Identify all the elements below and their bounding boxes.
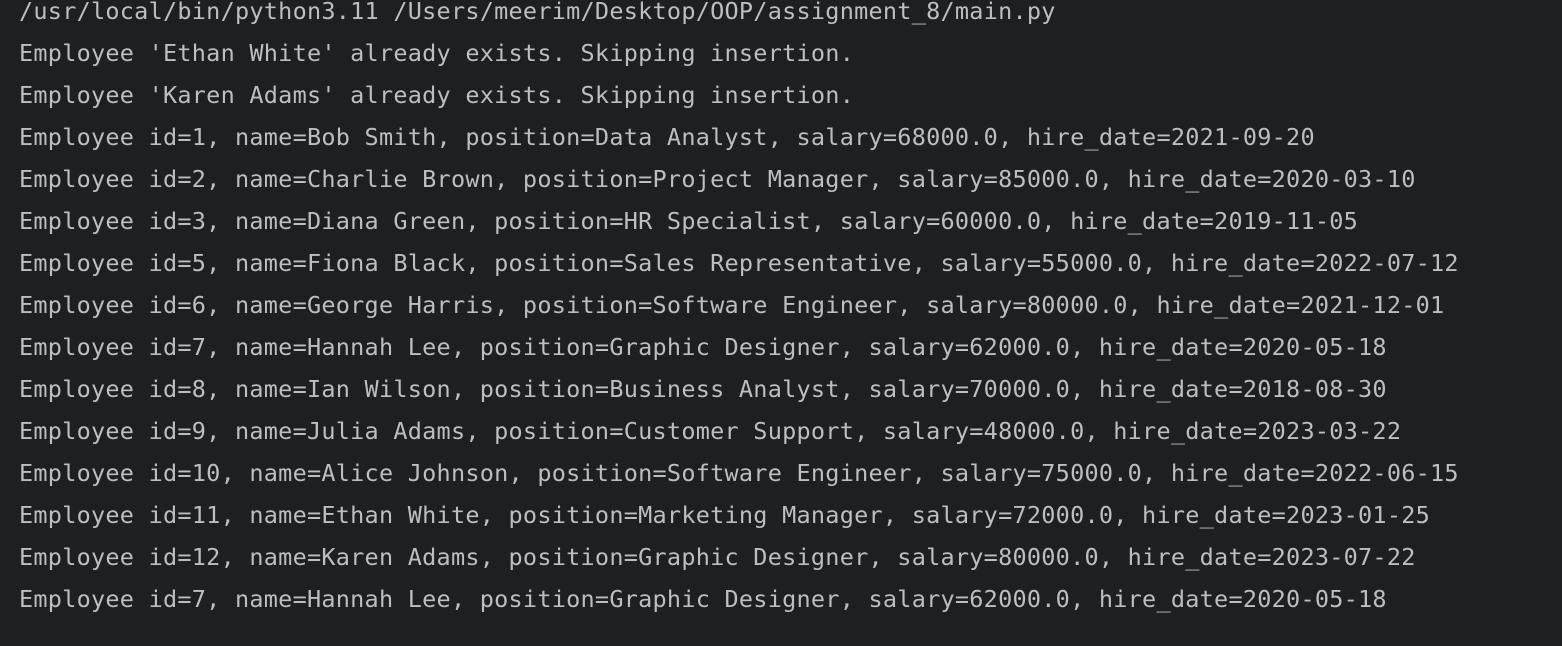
console-output-line: Employee 'Karen Adams' already exists. S…	[19, 81, 855, 109]
console-output-line: Employee id=1, name=Bob Smith, position=…	[19, 123, 1315, 151]
console-output-line: Employee id=2, name=Charlie Brown, posit…	[19, 165, 1416, 193]
console-output-line: Employee id=12, name=Karen Adams, positi…	[19, 543, 1416, 571]
console-output-line: Employee id=10, name=Alice Johnson, posi…	[19, 459, 1459, 487]
console-command-line: /usr/local/bin/python3.11 /Users/meerim/…	[19, 0, 1056, 25]
console-output-line: Employee id=7, name=Hannah Lee, position…	[19, 585, 1387, 613]
run-console-output[interactable]: /usr/local/bin/python3.11 /Users/meerim/…	[0, 0, 1562, 646]
console-output-line: Employee id=8, name=Ian Wilson, position…	[19, 375, 1387, 403]
console-output-line: Employee 'Ethan White' already exists. S…	[19, 39, 855, 67]
console-output-line: Employee id=9, name=Julia Adams, positio…	[19, 417, 1402, 445]
console-output-line: Employee id=6, name=George Harris, posit…	[19, 291, 1445, 319]
console-output-line: Employee id=7, name=Hannah Lee, position…	[19, 333, 1387, 361]
console-output-line: Employee id=3, name=Diana Green, positio…	[19, 207, 1359, 235]
console-output-line: Employee id=5, name=Fiona Black, positio…	[19, 249, 1459, 277]
console-output-line: Employee id=11, name=Ethan White, positi…	[19, 501, 1431, 529]
